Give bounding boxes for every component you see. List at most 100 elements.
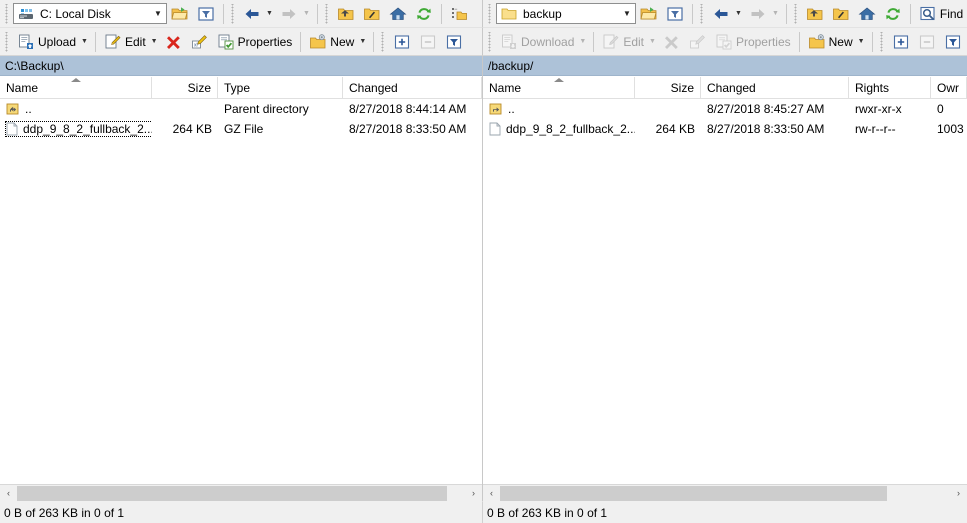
cell-name[interactable]: .. [0,99,152,119]
scroll-right-arrow-icon[interactable]: › [950,484,967,502]
new-options-caret-icon[interactable]: ▼ [358,38,369,45]
column-header-owner[interactable]: Owr [931,77,967,99]
column-header-name[interactable]: Name [483,77,635,99]
upload-button[interactable]: Upload [13,30,80,54]
parent-directory-icon [806,5,824,23]
scroll-track[interactable] [17,484,465,502]
select-button[interactable] [389,30,415,54]
table-row[interactable]: .. 8/27/2018 8:45:27 AM rwxr-xr-x 0 [483,99,967,119]
remote-path-bar[interactable]: /backup/ [483,56,967,76]
new-label: New [828,34,853,49]
svg-text:xl: xl [194,42,198,48]
select-button[interactable] [888,30,914,54]
column-header-changed[interactable]: Changed [701,77,849,99]
properties-button[interactable]: Properties [213,30,297,54]
table-row[interactable]: ddp_9_8_2_fullback_2... 264 KB GZ File 8… [0,119,482,139]
filter-button[interactable] [662,2,688,26]
new-button[interactable]: New [804,30,857,54]
local-drive-combo[interactable]: C: Local Disk ▼ [13,3,167,24]
name-content: .. [488,101,518,117]
home-directory-button[interactable] [854,2,880,26]
local-file-list[interactable]: Name Size Type Changed .. Parent directo… [0,76,482,502]
toolbar-grip[interactable] [792,3,800,24]
upload-options-caret-icon[interactable]: ▼ [80,38,91,45]
toolbar-grip[interactable] [380,31,388,52]
chevron-down-icon[interactable]: ▼ [620,9,634,18]
back-button[interactable] [708,2,734,26]
back-button[interactable] [239,2,265,26]
scroll-left-arrow-icon[interactable]: ‹ [483,484,500,502]
toolbar-grip[interactable] [699,3,706,24]
chevron-down-icon[interactable]: ▼ [151,9,165,18]
back-history-caret-icon[interactable]: ▼ [734,10,745,17]
refresh-button[interactable] [880,2,906,26]
column-header-rights[interactable]: Rights [849,77,931,99]
local-path-bar[interactable]: C:\Backup\ [0,56,482,76]
scroll-thumb[interactable] [500,485,887,501]
new-button[interactable]: New [305,30,358,54]
toolbar-grip[interactable] [487,31,494,52]
selection-options-button[interactable] [441,30,467,54]
remote-directory-combo[interactable]: backup ▼ [496,3,636,24]
toolbar-grip[interactable] [878,31,886,52]
column-header-rights-label: Rights [855,81,890,95]
toolbar-grip[interactable] [487,3,494,24]
selection-filter-icon [944,33,962,51]
root-directory-button[interactable] [828,2,854,26]
remote-horizontal-scrollbar[interactable]: ‹ › [483,484,967,502]
name-content: ddp_9_8_2_fullback_2... [5,121,152,137]
bookmark-button[interactable] [446,2,472,26]
remote-pane: /backup/ Name Size Changed Rights Owr ..… [483,56,967,502]
open-directory-button[interactable] [167,2,193,26]
edit-button[interactable]: Edit [100,30,150,54]
back-history-caret-icon[interactable]: ▼ [265,10,276,17]
column-header-name[interactable]: Name [0,77,152,99]
rename-button[interactable]: xl [187,30,213,54]
delete-button[interactable] [161,30,187,54]
edit-options-caret-icon[interactable]: ▼ [150,38,161,45]
toolbar-grip[interactable] [323,3,331,24]
scroll-track[interactable] [500,484,950,502]
cell-changed: 8/27/2018 8:45:27 AM [707,102,825,116]
scroll-thumb[interactable] [17,485,448,501]
edit-icon [602,33,620,51]
home-directory-button[interactable] [385,2,411,26]
filter-button[interactable] [193,2,219,26]
toolbar-grip[interactable] [230,3,237,24]
column-header-changed[interactable]: Changed [343,77,482,99]
forward-icon [280,5,298,23]
open-directory-button[interactable] [636,2,662,26]
cell-name[interactable]: .. [483,99,635,119]
toolbar-grip[interactable] [4,3,11,24]
column-header-size[interactable]: Size [635,77,701,99]
local-horizontal-scrollbar[interactable]: ‹ › [0,484,482,502]
remote-file-list[interactable]: Name Size Changed Rights Owr .. 8/27/201… [483,76,967,502]
refresh-button[interactable] [411,2,437,26]
table-row[interactable]: .. Parent directory 8/27/2018 8:44:14 AM [0,99,482,119]
column-header-size[interactable]: Size [152,77,218,99]
cell-name[interactable]: ddp_9_8_2_fullback_2... [0,119,152,139]
remote-column-headers: Name Size Changed Rights Owr [483,77,967,99]
unselect-button [415,30,441,54]
edit-label: Edit [623,34,644,49]
parent-directory-button[interactable] [802,2,828,26]
column-header-size-label: Size [670,81,694,95]
find-files-button[interactable]: Find Files [915,2,967,26]
remote-rows: .. 8/27/2018 8:45:27 AM rwxr-xr-x 0 ddp_… [483,99,967,484]
scroll-right-arrow-icon[interactable]: › [465,484,482,502]
forward-history-caret-icon: ▼ [771,10,779,17]
name-content: ddp_9_8_2_fullback_2... [488,121,635,137]
column-header-type[interactable]: Type [218,77,343,99]
cell-size: 264 KB [172,122,212,136]
toolbar-grip[interactable] [4,31,11,52]
table-row[interactable]: ddp_9_8_2_fullback_2... 264 KB 8/27/2018… [483,119,967,139]
new-options-caret-icon[interactable]: ▼ [857,38,868,45]
parent-directory-button[interactable] [333,2,359,26]
selection-options-button[interactable] [940,30,966,54]
local-column-headers: Name Size Type Changed [0,77,482,99]
cell-name[interactable]: ddp_9_8_2_fullback_2... [483,119,635,139]
root-directory-button[interactable] [359,2,385,26]
scroll-left-arrow-icon[interactable]: ‹ [0,484,17,502]
download-options-caret-icon: ▼ [579,38,587,45]
toolbar-separator [94,31,96,52]
